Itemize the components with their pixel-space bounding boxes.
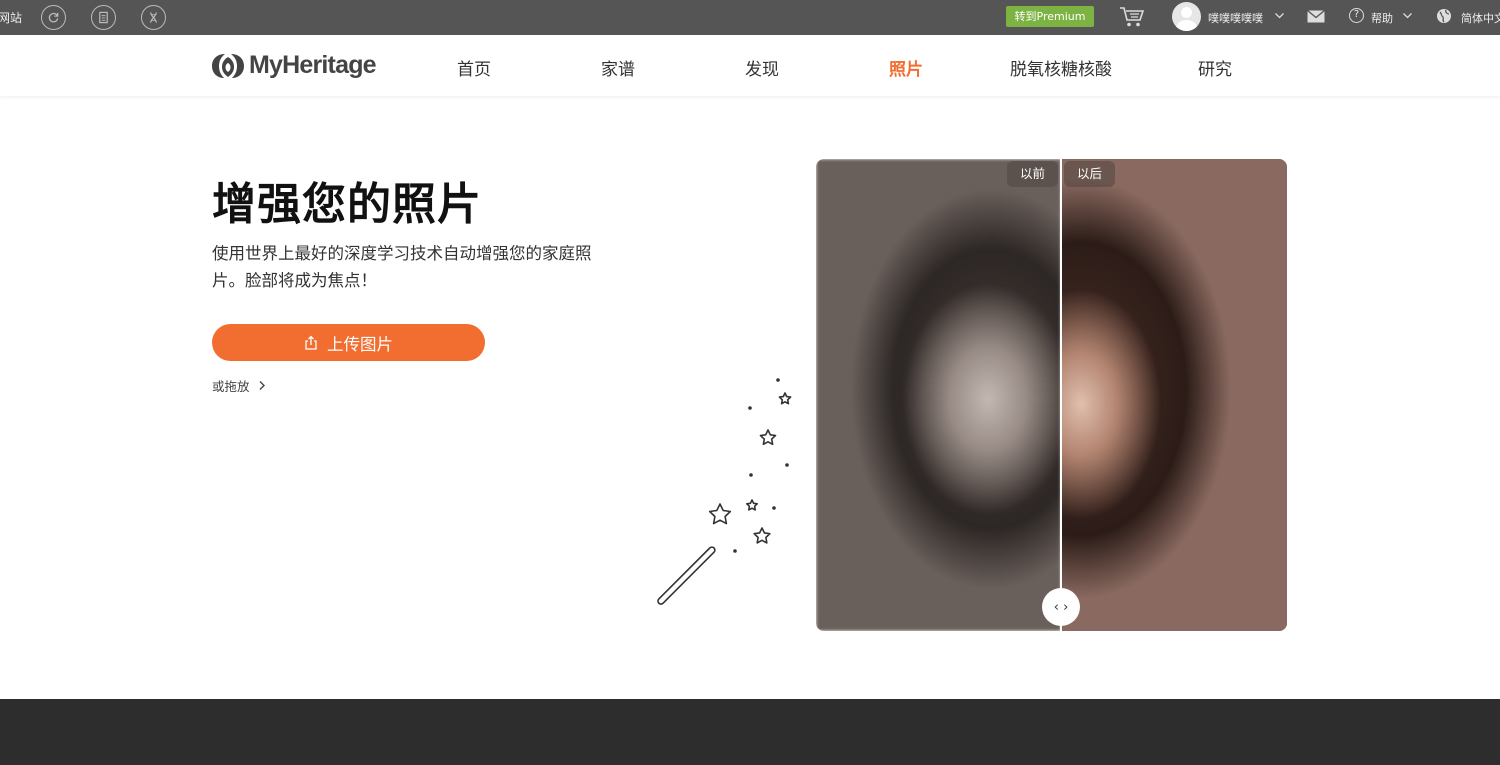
chevron-down-icon[interactable]	[1274, 10, 1285, 21]
language-selector[interactable]: 简体中文	[1461, 10, 1500, 26]
nav-family-tree[interactable]: 家谱	[601, 55, 635, 80]
arrows-horizontal-icon: ‹ ›	[1053, 599, 1069, 615]
chevron-right-icon	[259, 381, 265, 390]
nav-discover[interactable]: 发现	[745, 55, 779, 80]
logo-text: MyHeritage	[249, 51, 377, 79]
utility-bar: 网站 转到Premium 噗噗噗噗噗 ? 帮助 简体中文	[0, 0, 1500, 35]
refresh-icon[interactable]	[41, 5, 66, 30]
nav-home[interactable]: 首页	[457, 55, 491, 80]
cart-icon[interactable]	[1119, 5, 1145, 29]
site-label[interactable]: 网站	[0, 9, 22, 26]
dna-icon[interactable]	[141, 5, 166, 30]
nav-dna[interactable]: 脱氧核糖核酸	[1010, 55, 1112, 80]
nav-research[interactable]: 研究	[1198, 55, 1232, 80]
photo-compare-slider[interactable]: 以前 以后 ‹ ›	[816, 159, 1287, 631]
avatar[interactable]	[1172, 2, 1201, 31]
footer-band	[0, 699, 1500, 765]
premium-button[interactable]: 转到Premium	[1006, 6, 1094, 27]
before-label: 以前	[1007, 161, 1059, 187]
nav-photos[interactable]: 照片	[889, 55, 923, 80]
document-icon[interactable]	[91, 5, 116, 30]
before-photo	[816, 159, 1061, 631]
after-photo	[1061, 159, 1287, 631]
username[interactable]: 噗噗噗噗噗	[1208, 10, 1263, 26]
after-label: 以后	[1064, 161, 1116, 187]
logo[interactable]: MyHeritage	[211, 51, 377, 80]
main-nav: MyHeritage 首页 家谱 发现 照片 脱氧核糖核酸 研究	[0, 35, 1500, 96]
myheritage-logo-icon	[212, 53, 244, 78]
upload-photo-button[interactable]: 上传图片	[212, 324, 485, 361]
upload-icon	[305, 335, 317, 350]
drag-drop-link[interactable]: 或拖放	[212, 376, 266, 395]
hero-description: 使用世界上最好的深度学习技术自动增强您的家庭照片。脸部将成为焦点！	[212, 244, 592, 290]
compare-divider[interactable]	[1060, 159, 1062, 631]
upload-photo-label: 上传图片	[327, 335, 393, 354]
drag-drop-label: 或拖放	[212, 379, 250, 394]
magic-wand-icon	[657, 378, 792, 605]
help-label[interactable]: 帮助	[1371, 10, 1393, 26]
compare-handle[interactable]: ‹ ›	[1042, 588, 1080, 626]
chevron-down-icon[interactable]	[1402, 10, 1413, 21]
mail-icon[interactable]	[1307, 10, 1325, 23]
page-title: 增强您的照片	[212, 179, 482, 230]
help-icon[interactable]: ?	[1349, 8, 1364, 23]
globe-icon[interactable]	[1436, 8, 1452, 24]
